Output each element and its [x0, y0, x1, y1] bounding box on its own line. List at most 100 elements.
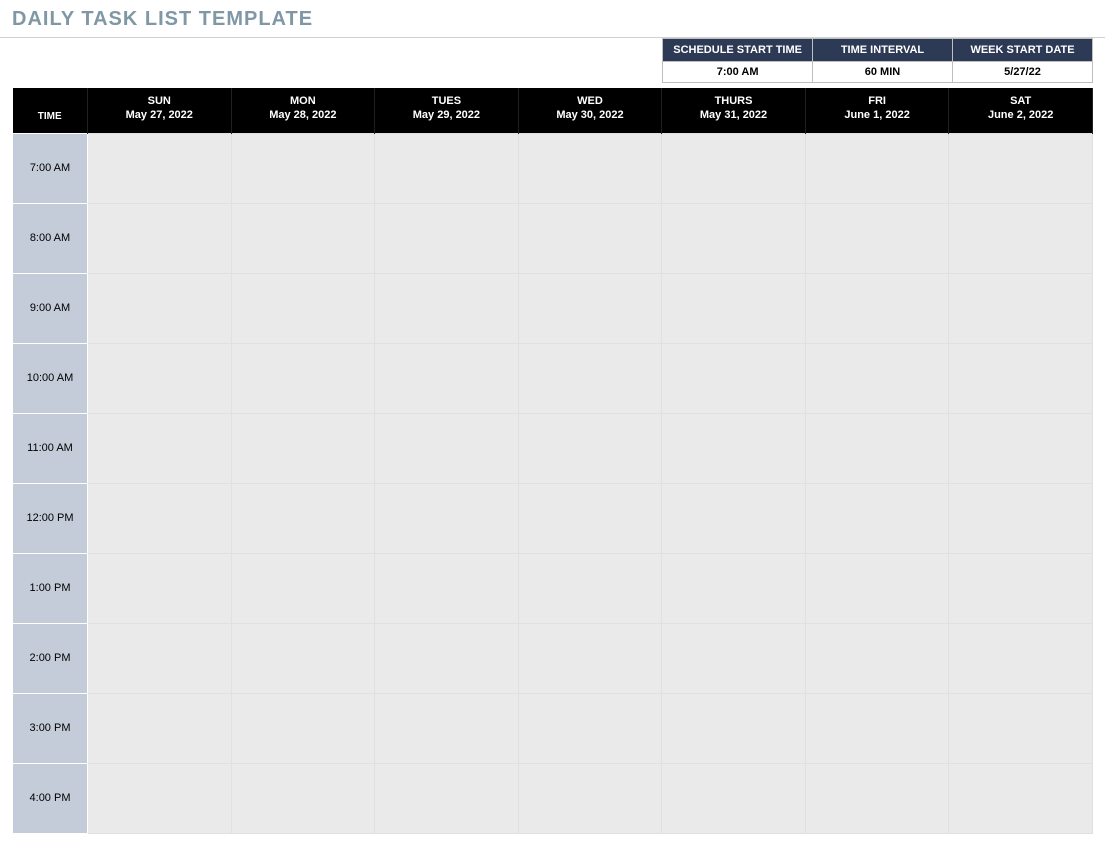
task-cell[interactable]	[949, 553, 1093, 623]
day-name: FRI	[810, 94, 945, 108]
time-cell: 12:00 PM	[13, 483, 88, 553]
task-cell[interactable]	[949, 273, 1093, 343]
task-cell[interactable]	[88, 623, 232, 693]
task-cell[interactable]	[949, 623, 1093, 693]
schedule-row: 1:00 PM	[13, 553, 1093, 623]
schedule-row: 7:00 AM	[13, 133, 1093, 203]
day-header-thurs: THURS May 31, 2022	[662, 88, 806, 133]
task-cell[interactable]	[949, 413, 1093, 483]
task-cell[interactable]	[805, 273, 949, 343]
task-cell[interactable]	[805, 133, 949, 203]
task-cell[interactable]	[949, 763, 1093, 833]
task-cell[interactable]	[805, 553, 949, 623]
task-cell[interactable]	[805, 343, 949, 413]
meta-value-start-time[interactable]: 7:00 AM	[663, 62, 813, 83]
task-cell[interactable]	[662, 203, 806, 273]
task-cell[interactable]	[231, 203, 375, 273]
task-cell[interactable]	[375, 763, 519, 833]
task-cell[interactable]	[375, 343, 519, 413]
task-cell[interactable]	[231, 273, 375, 343]
task-cell[interactable]	[518, 133, 662, 203]
meta-header-interval: TIME INTERVAL	[813, 39, 953, 62]
task-cell[interactable]	[231, 763, 375, 833]
task-cell[interactable]	[662, 133, 806, 203]
task-cell[interactable]	[662, 693, 806, 763]
task-cell[interactable]	[231, 343, 375, 413]
schedule-row: 3:00 PM	[13, 693, 1093, 763]
task-cell[interactable]	[88, 343, 232, 413]
schedule-row: 12:00 PM	[13, 483, 1093, 553]
task-cell[interactable]	[375, 483, 519, 553]
task-cell[interactable]	[518, 483, 662, 553]
meta-header-week-start: WEEK START DATE	[953, 39, 1093, 62]
task-cell[interactable]	[518, 343, 662, 413]
task-cell[interactable]	[231, 133, 375, 203]
task-cell[interactable]	[518, 763, 662, 833]
day-name: MON	[236, 94, 371, 108]
meta-value-interval[interactable]: 60 MIN	[813, 62, 953, 83]
task-cell[interactable]	[375, 133, 519, 203]
task-cell[interactable]	[88, 553, 232, 623]
task-cell[interactable]	[518, 623, 662, 693]
task-cell[interactable]	[88, 133, 232, 203]
task-cell[interactable]	[88, 413, 232, 483]
task-cell[interactable]	[375, 623, 519, 693]
schedule-row: 8:00 AM	[13, 203, 1093, 273]
time-cell: 9:00 AM	[13, 273, 88, 343]
task-cell[interactable]	[949, 203, 1093, 273]
time-cell: 7:00 AM	[13, 133, 88, 203]
time-column-header: TIME	[13, 88, 88, 133]
task-cell[interactable]	[231, 693, 375, 763]
task-cell[interactable]	[518, 553, 662, 623]
task-cell[interactable]	[805, 693, 949, 763]
schedule-header-row: TIME SUN May 27, 2022 MON May 28, 2022 T…	[13, 88, 1093, 133]
task-cell[interactable]	[231, 413, 375, 483]
task-cell[interactable]	[518, 693, 662, 763]
task-cell[interactable]	[375, 413, 519, 483]
task-cell[interactable]	[518, 203, 662, 273]
day-date: May 30, 2022	[523, 108, 658, 122]
task-cell[interactable]	[231, 553, 375, 623]
task-cell[interactable]	[805, 413, 949, 483]
task-cell[interactable]	[662, 623, 806, 693]
task-cell[interactable]	[662, 413, 806, 483]
task-cell[interactable]	[805, 203, 949, 273]
task-cell[interactable]	[662, 763, 806, 833]
task-cell[interactable]	[949, 693, 1093, 763]
task-cell[interactable]	[375, 203, 519, 273]
task-cell[interactable]	[805, 623, 949, 693]
task-cell[interactable]	[949, 133, 1093, 203]
task-cell[interactable]	[375, 273, 519, 343]
task-cell[interactable]	[949, 483, 1093, 553]
day-header-tues: TUES May 29, 2022	[375, 88, 519, 133]
schedule-row: 2:00 PM	[13, 623, 1093, 693]
time-cell: 8:00 AM	[13, 203, 88, 273]
task-cell[interactable]	[88, 763, 232, 833]
task-cell[interactable]	[662, 273, 806, 343]
task-cell[interactable]	[88, 483, 232, 553]
task-cell[interactable]	[88, 693, 232, 763]
task-cell[interactable]	[231, 483, 375, 553]
task-cell[interactable]	[88, 273, 232, 343]
task-cell[interactable]	[805, 483, 949, 553]
schedule-row: 11:00 AM	[13, 413, 1093, 483]
schedule-row: 10:00 AM	[13, 343, 1093, 413]
task-cell[interactable]	[88, 203, 232, 273]
day-name: SUN	[92, 94, 227, 108]
meta-header-start-time: SCHEDULE START TIME	[663, 39, 813, 62]
day-name: WED	[523, 94, 658, 108]
task-cell[interactable]	[231, 623, 375, 693]
meta-value-week-start[interactable]: 5/27/22	[953, 62, 1093, 83]
task-cell[interactable]	[805, 763, 949, 833]
time-cell: 11:00 AM	[13, 413, 88, 483]
task-cell[interactable]	[518, 273, 662, 343]
task-cell[interactable]	[662, 343, 806, 413]
day-date: June 1, 2022	[810, 108, 945, 122]
task-cell[interactable]	[375, 553, 519, 623]
task-cell[interactable]	[518, 413, 662, 483]
task-cell[interactable]	[662, 483, 806, 553]
task-cell[interactable]	[662, 553, 806, 623]
day-date: May 29, 2022	[379, 108, 514, 122]
task-cell[interactable]	[949, 343, 1093, 413]
task-cell[interactable]	[375, 693, 519, 763]
